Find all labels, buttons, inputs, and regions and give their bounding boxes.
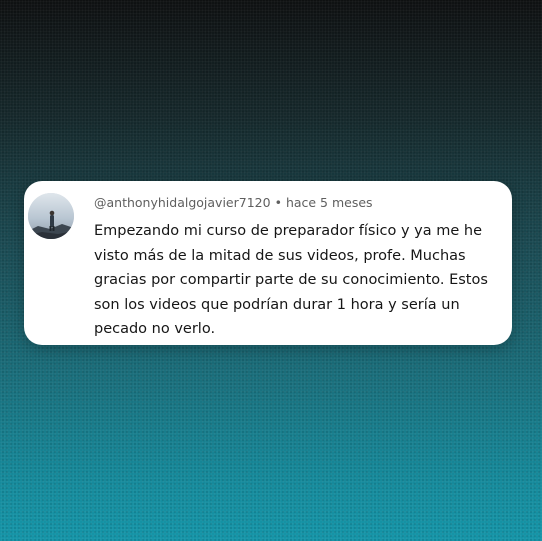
comment-card: @anthonyhidalgojavier7120 • hace 5 meses E… [24,181,512,345]
comment-username[interactable]: @anthonyhidalgojavier7120 [94,195,271,210]
comment-meta: @anthonyhidalgojavier7120 • hace 5 meses [94,195,373,210]
user-avatar[interactable] [28,193,74,239]
comment-text: Empezando mi curso de preparador físico … [94,223,488,337]
meta-separator: • [274,195,282,210]
avatar-photo-icon [28,193,74,239]
comment-timestamp[interactable]: hace 5 meses [286,195,373,210]
